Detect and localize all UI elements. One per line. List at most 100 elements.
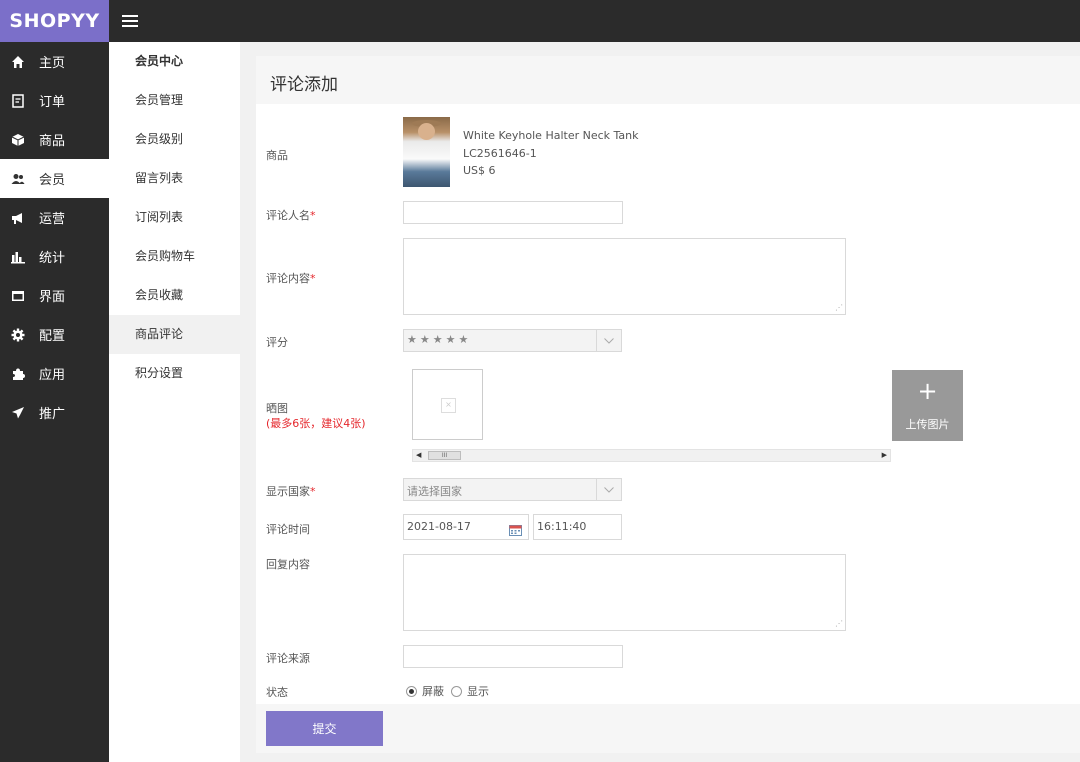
photo-thumbnail[interactable]: × bbox=[412, 369, 483, 440]
sidebar-item-label: 统计 bbox=[39, 251, 66, 266]
upload-image-button[interactable]: + 上传图片 bbox=[892, 370, 963, 441]
scrollbar-thumb[interactable]: III bbox=[428, 451, 461, 460]
subnav-item-member-center[interactable]: 会员中心 bbox=[109, 42, 240, 81]
resize-grip-icon[interactable]: ⋰ bbox=[835, 304, 843, 312]
chevron-down-icon bbox=[596, 479, 621, 500]
reviewer-name-input[interactable] bbox=[403, 201, 623, 224]
resize-grip-icon[interactable]: ⋰ bbox=[835, 620, 843, 628]
sidebar-item-promotion[interactable]: 推广 bbox=[0, 393, 109, 432]
bar-chart-icon bbox=[10, 249, 26, 265]
megaphone-icon bbox=[10, 210, 26, 226]
photos-horizontal-scrollbar[interactable]: ◀ III ▶ bbox=[412, 449, 891, 462]
sidebar-item-label: 界面 bbox=[39, 290, 66, 305]
review-source-input[interactable] bbox=[403, 645, 623, 668]
calendar-icon[interactable] bbox=[509, 521, 522, 536]
order-icon bbox=[10, 93, 26, 109]
sidebar-item-label: 会员 bbox=[39, 173, 66, 188]
rating-select[interactable]: ★★★★★ bbox=[403, 329, 622, 352]
reply-content-textarea[interactable]: ⋰ bbox=[403, 554, 846, 631]
country-select[interactable]: 请选择国家 bbox=[403, 478, 622, 501]
product-name: White Keyhole Halter Neck Tank bbox=[463, 129, 639, 142]
scroll-right-icon[interactable]: ▶ bbox=[882, 450, 887, 461]
product-price: US$ 6 bbox=[463, 164, 496, 177]
sidebar-item-label: 商品 bbox=[39, 134, 66, 149]
members-icon bbox=[10, 171, 26, 187]
subnav-item-favorites[interactable]: 会员收藏 bbox=[109, 276, 240, 315]
subnav-item-points-settings[interactable]: 积分设置 bbox=[109, 354, 240, 393]
subnav-item-messages[interactable]: 留言列表 bbox=[109, 159, 240, 198]
sidebar-item-interface[interactable]: 界面 bbox=[0, 276, 109, 315]
puzzle-icon bbox=[10, 366, 26, 382]
country-label: 显示国家* bbox=[266, 483, 316, 499]
gear-icon bbox=[10, 327, 26, 343]
member-subnav: 会员中心 会员管理 会员级别 留言列表 订阅列表 会员购物车 会员收藏 商品评论… bbox=[109, 42, 240, 762]
page-header: 评论添加 bbox=[256, 56, 1080, 104]
reviewer-name-label: 评论人名* bbox=[266, 207, 316, 223]
sidebar-item-settings[interactable]: 配置 bbox=[0, 315, 109, 354]
review-time-input[interactable]: 16:11:40 bbox=[533, 514, 622, 540]
sidebar-item-label: 运营 bbox=[39, 212, 66, 227]
required-mark: * bbox=[310, 485, 316, 498]
home-icon bbox=[10, 54, 26, 70]
product-sku: LC2561646-1 bbox=[463, 147, 537, 160]
subnav-item-subscriptions[interactable]: 订阅列表 bbox=[109, 198, 240, 237]
upload-image-label: 上传图片 bbox=[905, 418, 950, 431]
sidebar-item-products[interactable]: 商品 bbox=[0, 120, 109, 159]
page-title: 评论添加 bbox=[270, 75, 338, 95]
sidebar-item-orders[interactable]: 订单 bbox=[0, 81, 109, 120]
product-label: 商品 bbox=[266, 149, 288, 162]
rating-label: 评分 bbox=[266, 336, 288, 349]
sidebar-item-label: 主页 bbox=[39, 56, 66, 71]
subnav-item-product-reviews[interactable]: 商品评论 bbox=[109, 315, 240, 354]
status-radio-show[interactable] bbox=[451, 685, 462, 697]
sidebar-item-members[interactable]: 会员 bbox=[0, 159, 109, 198]
review-content-label: 评论内容* bbox=[266, 270, 316, 286]
status-radio-hide[interactable] bbox=[406, 685, 417, 697]
photos-label: 晒图 bbox=[266, 402, 288, 415]
top-bar: SHOPYY bbox=[0, 0, 1080, 42]
review-content-label-text: 评论内容 bbox=[266, 272, 310, 285]
box-icon bbox=[10, 132, 26, 148]
sidebar-item-statistics[interactable]: 统计 bbox=[0, 237, 109, 276]
review-source-label: 评论来源 bbox=[266, 652, 310, 665]
subnav-item-member-levels[interactable]: 会员级别 bbox=[109, 120, 240, 159]
status-option-hide[interactable]: 屏蔽 bbox=[422, 683, 444, 699]
sidebar-item-home[interactable]: 主页 bbox=[0, 42, 109, 81]
plus-icon: + bbox=[917, 377, 938, 405]
form-footer: 提交 bbox=[256, 704, 1080, 753]
scroll-left-icon[interactable]: ◀ bbox=[416, 450, 421, 461]
review-form-panel: 评论添加 商品 White Keyhole Halter Neck Tank L… bbox=[256, 56, 1080, 753]
sidebar-item-label: 应用 bbox=[39, 368, 66, 383]
sidebar-item-apps[interactable]: 应用 bbox=[0, 354, 109, 393]
reply-content-label: 回复内容 bbox=[266, 558, 310, 571]
review-date-value: 2021-08-17 bbox=[407, 520, 471, 533]
send-icon bbox=[10, 405, 26, 421]
review-time-label: 评论时间 bbox=[266, 523, 310, 536]
photos-hint: (最多6张，建议4张) bbox=[266, 417, 366, 430]
review-content-textarea[interactable]: ⋰ bbox=[403, 238, 846, 315]
shopyy-logo[interactable]: SHOPYY bbox=[0, 0, 109, 42]
review-date-input[interactable]: 2021-08-17 bbox=[403, 514, 529, 540]
status-radio-group: 屏蔽 显示 bbox=[406, 683, 489, 699]
reviewer-name-label-text: 评论人名 bbox=[266, 209, 310, 222]
window-icon bbox=[10, 288, 26, 304]
required-mark: * bbox=[310, 272, 316, 285]
status-label: 状态 bbox=[266, 686, 288, 699]
broken-image-icon: × bbox=[441, 398, 456, 413]
status-option-show[interactable]: 显示 bbox=[467, 683, 489, 699]
subnav-item-member-management[interactable]: 会员管理 bbox=[109, 81, 240, 120]
submit-button[interactable]: 提交 bbox=[266, 711, 383, 746]
main-sidebar: 主页 订单 商品 会员 运营 统计 界面 配置 应用 推广 bbox=[0, 42, 109, 762]
menu-toggle-icon[interactable] bbox=[122, 12, 138, 30]
sidebar-item-label: 推广 bbox=[39, 407, 66, 422]
country-label-text: 显示国家 bbox=[266, 485, 310, 498]
sidebar-item-label: 配置 bbox=[39, 329, 66, 344]
subnav-item-member-cart[interactable]: 会员购物车 bbox=[109, 237, 240, 276]
sidebar-item-label: 订单 bbox=[39, 95, 66, 110]
rating-stars: ★★★★★ bbox=[407, 333, 472, 346]
country-placeholder: 请选择国家 bbox=[407, 485, 462, 498]
product-image bbox=[403, 117, 450, 187]
sidebar-item-operations[interactable]: 运营 bbox=[0, 198, 109, 237]
chevron-down-icon bbox=[596, 330, 621, 351]
required-mark: * bbox=[310, 209, 316, 222]
